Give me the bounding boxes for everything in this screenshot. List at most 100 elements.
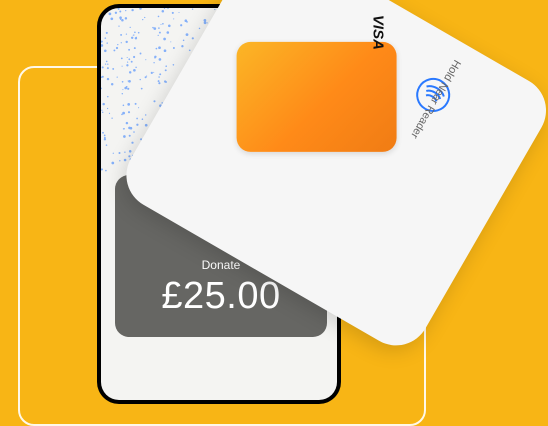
speckle-dot (153, 62, 155, 64)
speckle-dot (104, 49, 107, 53)
speckle-dot (110, 82, 114, 86)
speckle-dot (140, 87, 143, 90)
speckle-dot (122, 89, 124, 91)
speckle-dot (101, 109, 103, 111)
speckle-dot (158, 46, 161, 50)
speckle-dot (161, 9, 165, 13)
speckle-dot (117, 8, 120, 10)
speckle-dot (163, 80, 167, 83)
speckle-dot (165, 65, 167, 67)
speckle-dot (163, 49, 167, 53)
speckle-dot (120, 57, 123, 60)
speckle-dot (191, 37, 194, 40)
speckle-dot (102, 102, 105, 106)
speckle-dot (154, 56, 156, 59)
speckle-dot (101, 168, 103, 171)
speckle-dot (128, 155, 131, 158)
speckle-dot (166, 31, 170, 34)
speckle-dot (128, 48, 131, 51)
speckle-dot (129, 26, 131, 29)
speckle-dot (112, 67, 115, 70)
speckle-dot (127, 87, 130, 90)
speckle-dot (101, 40, 103, 43)
speckle-dot (101, 44, 104, 47)
speckle-dot (158, 27, 160, 29)
speckle-dot (121, 92, 124, 95)
speckle-dot (122, 104, 125, 107)
speckle-dot (120, 33, 123, 36)
speckle-dot (101, 111, 104, 114)
speckle-dot (118, 25, 120, 27)
speckle-dot (145, 59, 147, 61)
speckle-dot (113, 49, 116, 52)
speckle-dot (135, 66, 137, 69)
speckle-dot (186, 21, 188, 23)
speckle-dot (128, 71, 132, 74)
speckle-dot (139, 78, 141, 81)
speckle-dot (127, 111, 131, 114)
speckle-dot (134, 102, 137, 105)
speckle-dot (130, 60, 133, 63)
speckle-dot (124, 151, 126, 153)
speckle-dot (101, 66, 104, 69)
speckle-dot (133, 68, 136, 72)
speckle-dot (164, 69, 167, 72)
speckle-dot (153, 27, 157, 30)
speckle-dot (139, 8, 142, 10)
speckle-dot (172, 64, 175, 66)
speckle-dot (106, 77, 110, 81)
speckle-dot (127, 80, 129, 82)
speckle-dot (103, 134, 106, 137)
speckle-dot (105, 169, 107, 172)
speckle-dot (181, 45, 184, 48)
speckle-dot (125, 33, 128, 35)
speckle-dot (123, 158, 127, 162)
speckle-dot (108, 12, 112, 16)
speckle-dot (123, 135, 126, 138)
speckle-dot (112, 152, 114, 154)
speckle-dot (124, 86, 128, 90)
speckle-dot (119, 160, 121, 162)
speckle-dot (159, 73, 162, 76)
speckle-dot (115, 46, 119, 50)
speckle-dot (131, 141, 134, 144)
speckle-dot (125, 40, 128, 44)
speckle-dot (173, 18, 175, 20)
speckle-dot (105, 60, 108, 63)
speckle-dot (134, 37, 138, 40)
speckle-dot (158, 31, 161, 34)
speckle-dot (203, 21, 207, 25)
speckle-dot (150, 71, 153, 75)
speckle-dot (128, 79, 131, 83)
speckle-dot (138, 107, 140, 109)
speckle-dot (153, 100, 156, 103)
speckle-dot (203, 19, 207, 22)
speckle-dot (104, 63, 107, 65)
speckle-dot (162, 22, 164, 25)
speckle-dot (191, 8, 194, 10)
speckle-dot (158, 76, 160, 78)
speckle-dot (131, 8, 134, 12)
speckle-dot (133, 47, 136, 50)
speckle-dot (137, 31, 140, 34)
speckle-dot (133, 55, 136, 59)
speckle-dot (170, 41, 172, 43)
speckle-dot (128, 150, 132, 153)
speckle-dot (172, 47, 175, 49)
speckle-dot (111, 161, 115, 165)
speckle-dot (144, 16, 146, 19)
speckle-dot (168, 24, 171, 28)
speckle-dot (160, 23, 162, 25)
speckle-dot (188, 49, 191, 52)
speckle-dot (158, 58, 162, 61)
speckle-dot (121, 113, 123, 116)
speckle-dot (152, 26, 154, 29)
speckle-dot (142, 18, 144, 21)
speckle-dot (155, 47, 158, 50)
speckle-dot (134, 31, 136, 34)
speckle-dot (126, 64, 129, 67)
speckle-dot (107, 63, 109, 65)
speckle-dot (116, 76, 118, 78)
speckle-dot (127, 61, 129, 63)
speckle-dot (103, 138, 107, 141)
